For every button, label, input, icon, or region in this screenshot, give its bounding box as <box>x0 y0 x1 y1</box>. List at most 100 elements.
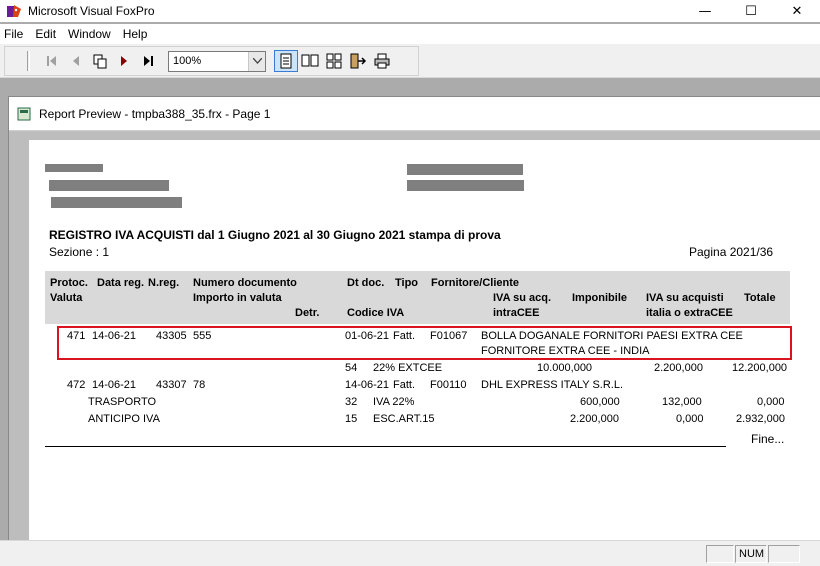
foxpro-logo-icon <box>6 3 22 19</box>
row-fornitore-code: F00110 <box>430 379 467 391</box>
report-bottom-rule <box>45 446 726 447</box>
header-iva-intra: IVA su acq. <box>493 292 552 304</box>
app-window: Microsoft Visual FoxPro — ☐ ✕ File Edit … <box>0 0 820 566</box>
report-preview-window: Report Preview - tmpba388_35.frx - Page … <box>8 96 820 541</box>
toolbar-area: 100% <box>0 44 820 78</box>
header-data-reg: Data reg. <box>97 277 145 289</box>
menu-help[interactable]: Help <box>117 27 154 41</box>
header-tipo: Tipo <box>395 277 419 289</box>
header-iva-intra-2: intraCEE <box>493 307 540 319</box>
close-button[interactable]: ✕ <box>774 0 820 22</box>
maximize-icon: ☐ <box>745 3 757 19</box>
header-n-reg: N.reg. <box>148 277 180 289</box>
highlight-box <box>57 326 792 360</box>
header-dt-doc: Dt doc. <box>347 277 385 289</box>
next-page-icon <box>121 56 127 66</box>
row-tipo: Fatt. <box>393 379 416 391</box>
header-imponibile: Imponibile <box>572 292 627 304</box>
status-cell-empty <box>768 545 800 563</box>
menu-window[interactable]: Window <box>62 27 117 41</box>
row-fornitore-name: DHL EXPRESS ITALY S.R.L. <box>481 379 624 391</box>
four-pages-icon <box>326 53 342 69</box>
row-protoc: 472 <box>67 379 86 391</box>
report-preview-title-bar: Report Preview - tmpba388_35.frx - Page … <box>9 97 820 131</box>
header-codice-iva: Codice IVA <box>347 307 405 319</box>
toolbar-grip[interactable] <box>27 51 30 71</box>
print-button[interactable] <box>370 50 394 72</box>
iva-extra-value: 2.200,000 <box>654 362 703 374</box>
iva-codice: 54 <box>345 362 358 374</box>
print-preview-toolbar: 100% <box>4 46 419 76</box>
one-page-icon <box>280 53 292 69</box>
line-totale: 2.932,000 <box>736 413 785 425</box>
header-importo-valuta: Importo in valuta <box>193 292 282 304</box>
previous-page-icon <box>73 56 79 66</box>
status-num-indicator: NUM <box>735 545 767 563</box>
row-dt-doc: 14-06-21 <box>345 379 390 391</box>
minimize-button[interactable]: — <box>682 0 728 22</box>
header-valuta: Valuta <box>50 292 83 304</box>
iva-descr: 22% EXTCEE <box>373 362 443 374</box>
section-label: Sezione : 1 <box>49 245 110 259</box>
two-pages-button[interactable] <box>298 50 322 72</box>
line-descr: ANTICIPO IVA <box>88 413 160 425</box>
row-n-reg: 43307 <box>156 379 187 391</box>
header-totale: Totale <box>744 292 776 304</box>
line-iva: IVA 22% <box>373 396 415 408</box>
report-preview-title: Report Preview - tmpba388_35.frx - Page … <box>39 106 271 121</box>
header-iva-extra-2: italia o extraCEE <box>646 307 733 319</box>
iva-intra-value: 10.000,000 <box>537 362 593 374</box>
last-page-icon <box>144 56 153 66</box>
close-icon: ✕ <box>791 3 803 19</box>
row-num-doc: 78 <box>193 379 206 391</box>
redacted-header-bar <box>407 164 523 175</box>
redacted-header-bar <box>407 180 524 191</box>
report-icon <box>17 107 31 120</box>
header-fornitore: Fornitore/Cliente <box>431 277 520 289</box>
header-protoc: Protoc. <box>50 277 88 289</box>
close-preview-icon <box>350 53 367 69</box>
first-page-button[interactable] <box>40 50 64 72</box>
totale-value: 12.200,000 <box>732 362 788 374</box>
last-page-button[interactable] <box>136 50 160 72</box>
next-page-button[interactable] <box>112 50 136 72</box>
chevron-down-icon <box>252 58 262 64</box>
status-cell-empty <box>706 545 734 563</box>
menu-bar: File Edit Window Help <box>0 24 820 44</box>
menu-file[interactable]: File <box>0 27 29 41</box>
line-iva: ESC.ART.15 <box>373 413 435 425</box>
line-descr: TRASPORTO <box>88 396 157 408</box>
fine-label: Fine... <box>751 432 785 446</box>
page-label: Pagina 2021/36 <box>689 245 774 259</box>
menu-edit[interactable]: Edit <box>29 27 62 41</box>
line-codice: 32 <box>345 396 358 408</box>
first-page-icon <box>47 56 56 66</box>
row-data-reg: 14-06-21 <box>92 379 137 391</box>
preview-area[interactable]: REGISTRO IVA ACQUISTI dal 1 Giugno 2021 … <box>9 132 820 541</box>
redacted-header-bar <box>49 180 169 191</box>
previous-page-button[interactable] <box>64 50 88 72</box>
zoom-value: 100% <box>173 55 202 67</box>
status-bar: NUM <box>0 540 820 566</box>
go-to-page-icon <box>93 54 107 69</box>
report-page: REGISTRO IVA ACQUISTI dal 1 Giugno 2021 … <box>29 140 820 541</box>
go-to-page-button[interactable] <box>88 50 112 72</box>
window-title: Microsoft Visual FoxPro <box>28 4 155 18</box>
close-preview-button[interactable] <box>346 50 370 72</box>
four-pages-button[interactable] <box>322 50 346 72</box>
header-detr: Detr. <box>295 307 320 319</box>
zoom-dropdown-button[interactable] <box>248 51 265 71</box>
redacted-header-bar <box>45 164 103 172</box>
print-icon <box>374 53 390 69</box>
line-imponibile: 2.200,000 <box>570 413 619 425</box>
line-iva-extra: 0,000 <box>676 413 704 425</box>
redacted-header-bar <box>51 197 182 208</box>
maximize-button[interactable]: ☐ <box>728 0 774 22</box>
zoom-select[interactable]: 100% <box>168 50 266 72</box>
line-imponibile: 600,000 <box>580 396 620 408</box>
header-numero-documento: Numero documento <box>193 277 297 289</box>
one-page-button[interactable] <box>274 50 298 72</box>
two-pages-icon <box>301 54 319 67</box>
line-totale: 0,000 <box>757 396 785 408</box>
minimize-icon: — <box>698 3 712 19</box>
